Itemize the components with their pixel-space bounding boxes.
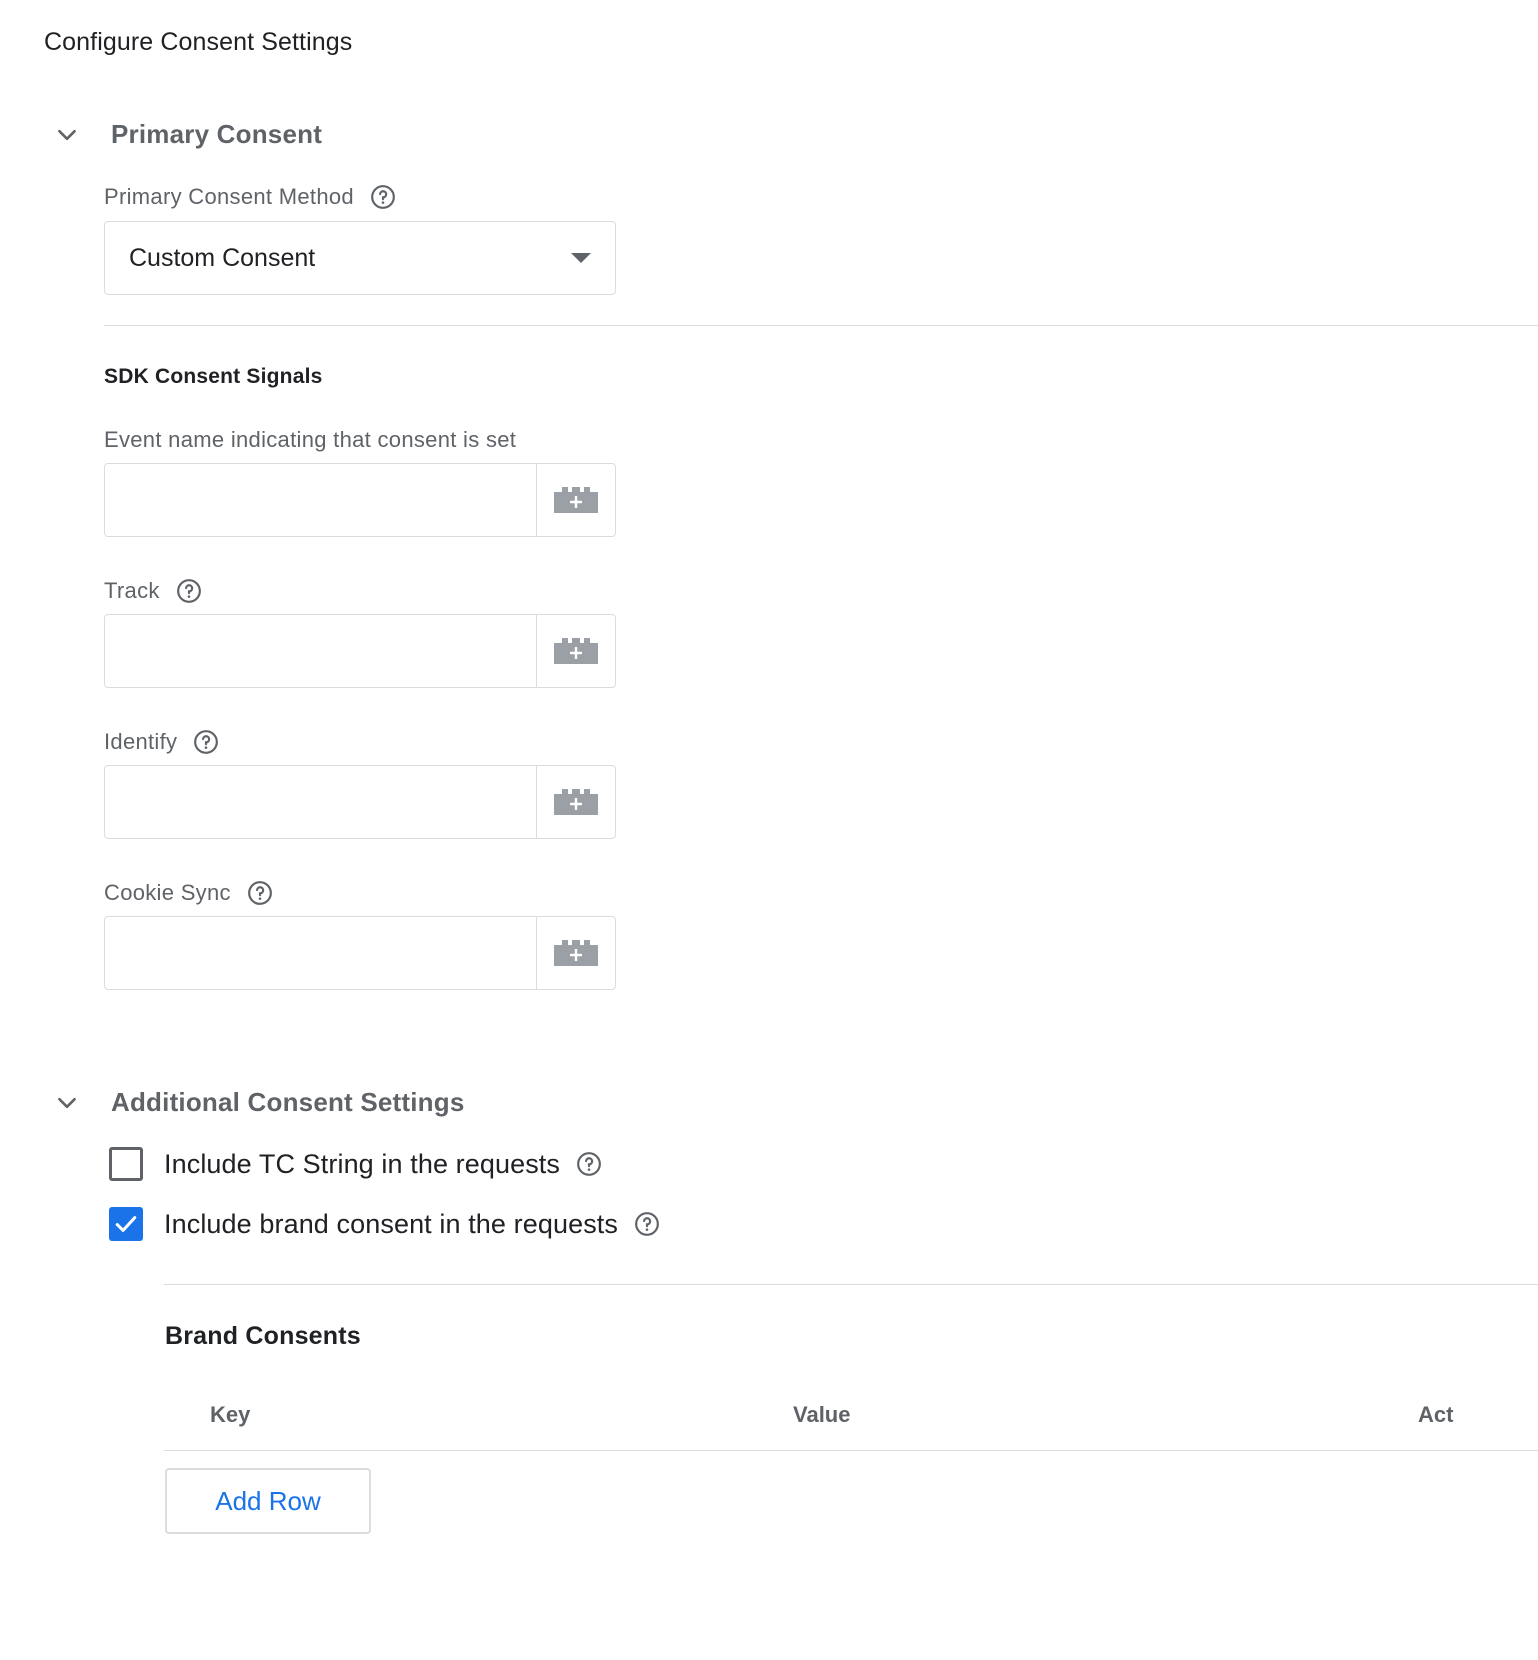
chevron-down-icon (58, 129, 76, 140)
event-name-field (104, 463, 616, 537)
primary-consent-method-label-text: Primary Consent Method (104, 184, 354, 209)
brand-consent-checkbox-label: Include brand consent in the requests (164, 1208, 618, 1239)
brand-consent-checkbox[interactable] (109, 1207, 143, 1241)
event-name-input[interactable] (105, 464, 536, 536)
sdk-consent-signals-heading: SDK Consent Signals (104, 365, 323, 388)
column-header-value: Value (793, 1402, 851, 1427)
event-name-label-text: Event name indicating that consent is se… (104, 427, 517, 452)
primary-consent-method-label: Primary Consent Method (104, 184, 396, 210)
primary-consent-title: Primary Consent (111, 119, 323, 149)
table-header-divider (164, 1450, 1538, 1451)
track-label: Track (104, 578, 202, 604)
primary-consent-toggle[interactable]: Primary Consent (54, 119, 322, 150)
tc-string-checkbox-row[interactable]: Include TC String in the requests (109, 1147, 602, 1181)
identify-field (104, 765, 616, 839)
cookie-sync-variable-button[interactable] (536, 917, 615, 989)
cookie-sync-input[interactable] (105, 917, 536, 989)
brand-divider (164, 1284, 1538, 1285)
event-name-label: Event name indicating that consent is se… (104, 427, 516, 453)
identify-label: Identify (104, 729, 219, 755)
brand-consent-checkbox-row[interactable]: Include brand consent in the requests (109, 1207, 660, 1241)
select-value: Custom Consent (129, 243, 316, 272)
tc-string-checkbox[interactable] (109, 1147, 143, 1181)
section-divider (104, 325, 1538, 326)
additional-consent-toggle[interactable]: Additional Consent Settings (54, 1087, 465, 1118)
add-variable-icon (554, 638, 598, 664)
add-variable-icon (554, 487, 598, 513)
identify-label-text: Identify (104, 729, 178, 754)
cookie-sync-label-text: Cookie Sync (104, 880, 231, 905)
column-header-actions: Act (1418, 1402, 1454, 1427)
chevron-down-icon (58, 1097, 76, 1108)
identify-input[interactable] (105, 766, 536, 838)
help-circle-icon[interactable] (370, 184, 396, 210)
event-name-variable-button[interactable] (536, 464, 615, 536)
cookie-sync-field (104, 916, 616, 990)
help-circle-icon[interactable] (176, 578, 202, 604)
brand-consents-heading: Brand Consents (165, 1322, 361, 1350)
help-circle-icon[interactable] (247, 880, 273, 906)
add-variable-icon (554, 789, 598, 815)
track-label-text: Track (104, 578, 160, 603)
additional-consent-title: Additional Consent Settings (111, 1087, 465, 1117)
track-field (104, 614, 616, 688)
tc-string-checkbox-label: Include TC String in the requests (164, 1148, 561, 1179)
add-variable-icon (554, 940, 598, 966)
help-circle-icon[interactable] (193, 729, 219, 755)
track-input[interactable] (105, 615, 536, 687)
primary-consent-method-select[interactable]: Custom Consent (104, 221, 616, 295)
dropdown-caret-icon (571, 253, 591, 263)
page-title: Configure Consent Settings (44, 28, 353, 56)
identify-variable-button[interactable] (536, 766, 615, 838)
checkmark-icon (115, 1216, 137, 1232)
column-header-key: Key (210, 1402, 251, 1427)
help-circle-icon[interactable] (576, 1151, 602, 1177)
track-variable-button[interactable] (536, 615, 615, 687)
add-row-button[interactable]: Add Row (165, 1468, 371, 1534)
cookie-sync-label: Cookie Sync (104, 880, 273, 906)
help-circle-icon[interactable] (634, 1211, 660, 1237)
